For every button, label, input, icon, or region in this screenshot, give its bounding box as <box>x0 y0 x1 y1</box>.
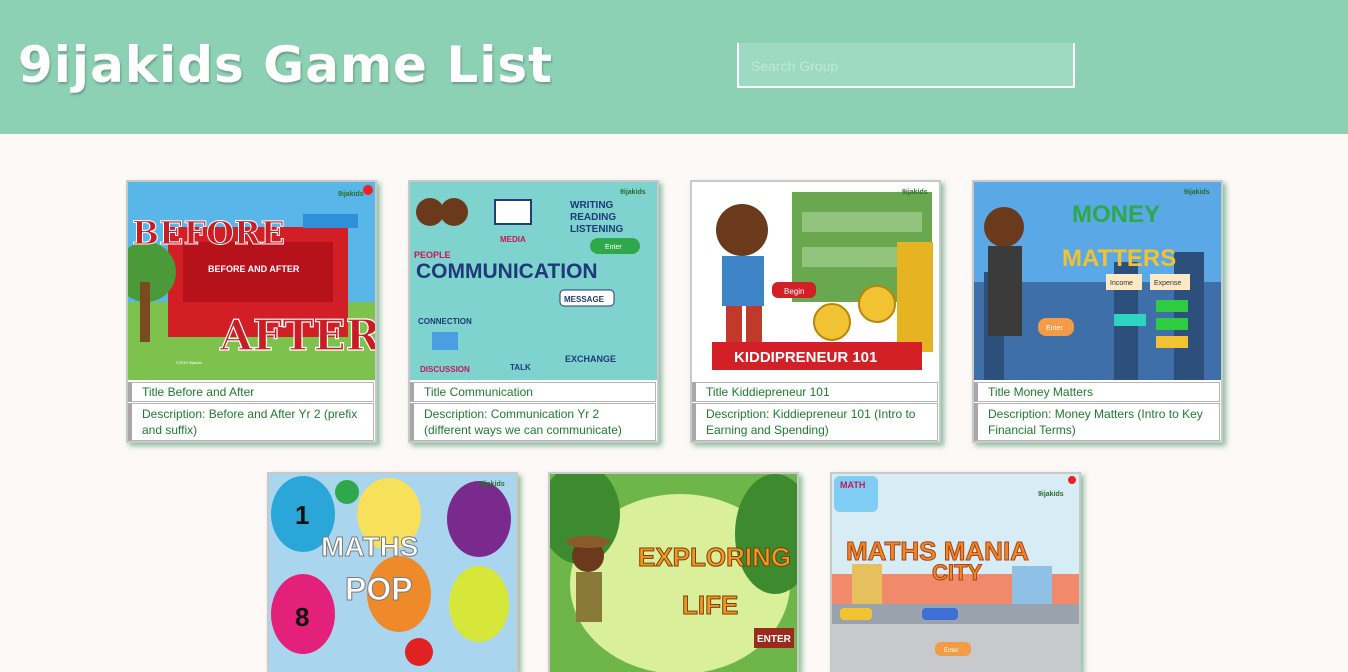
exploring-life-thumbnail[interactable]: EXPLORING LIFE ENTER <box>550 474 797 672</box>
game-description-row: Description: Before and After Yr 2 (pref… <box>128 403 374 441</box>
game-title: Communication <box>449 385 533 399</box>
game-card[interactable]: BEFORE BEFORE AND AFTER AFTER 9ijakids ©… <box>126 180 377 443</box>
game-description-row: Description: Kiddiepreneur 101 (Intro to… <box>692 403 938 441</box>
game-card[interactable]: Begin KIDDIPRENEUR 101 9ijakids Title Ki… <box>690 180 941 443</box>
game-title: Kiddiepreneur 101 <box>731 385 830 399</box>
thumb-text: KIDDIPRENEUR 101 <box>734 349 877 366</box>
close-icon[interactable] <box>1068 476 1076 484</box>
kiddiepreneur-thumbnail[interactable]: Begin KIDDIPRENEUR 101 9ijakids <box>692 182 939 380</box>
thumb-text: 8 <box>295 602 309 632</box>
maths-pop-thumbnail[interactable]: 1 8 MATHS POP 9ijakids <box>269 474 516 672</box>
game-title-row: Title Communication <box>410 382 656 402</box>
thumb-text: MONEY <box>1072 201 1160 228</box>
thumb-text: CITY <box>932 560 982 585</box>
thumb-text: MEDIA <box>500 235 526 244</box>
money-matters-thumbnail[interactable]: MONEY MATTERS Income Expense Enter 9ijak… <box>974 182 1221 380</box>
thumb-text: BEFORE AND AFTER <box>208 264 300 274</box>
thumb-text: TALK <box>510 363 531 372</box>
thumb-text: 1 <box>295 500 309 530</box>
close-icon[interactable] <box>363 185 373 195</box>
header-bar: 9ijakids Game List <box>0 0 1348 134</box>
thumb-text: POP <box>345 571 413 607</box>
thumb-text: LISTENING <box>570 224 624 235</box>
thumb-text: PEOPLE <box>414 250 451 260</box>
thumb-text: Expense <box>1154 280 1181 287</box>
brand-badge: 9ijakids <box>1184 189 1210 196</box>
game-card[interactable]: MATH MATHS MANIA CITY Enter 9ijakids <box>830 472 1081 672</box>
search-box[interactable] <box>737 43 1075 88</box>
thumb-text: DISCUSSION <box>420 365 470 374</box>
game-card[interactable]: WRITING READING LISTENING PEOPLE MEDIA E… <box>408 180 659 443</box>
thumb-text: WRITING <box>570 200 614 211</box>
description-prefix-label: Description: <box>988 407 1052 421</box>
thumb-text: LIFE <box>682 590 738 620</box>
game-title-row: Title Before and After <box>128 382 374 402</box>
thumb-text: READING <box>570 212 616 223</box>
game-card[interactable]: 1 8 MATHS POP 9ijakids <box>267 472 518 672</box>
thumb-text: Begin <box>784 287 804 296</box>
game-card[interactable]: EXPLORING LIFE ENTER <box>548 472 799 672</box>
thumb-text: CONNECTION <box>418 317 472 326</box>
description-prefix-label: Description: <box>706 407 770 421</box>
brand-badge: 9ijakids <box>479 481 505 488</box>
title-prefix-label: Title <box>706 385 729 399</box>
game-title: Before and After <box>167 385 255 399</box>
brand-badge: 9ijakids <box>338 191 364 198</box>
before-after-stage-thumbnail[interactable]: BEFORE BEFORE AND AFTER AFTER 9ijakids ©… <box>128 182 375 380</box>
game-title: Money Matters <box>1013 385 1093 399</box>
page-title: 9ijakids Game List <box>18 36 554 94</box>
thumb-text: AFTER <box>219 311 375 360</box>
thumb-text: Income <box>1110 280 1133 287</box>
thumb-text: MATTERS <box>1062 245 1176 272</box>
brand-badge: 9ijakids <box>620 189 646 196</box>
game-title-row: Title Kiddiepreneur 101 <box>692 382 938 402</box>
title-prefix-label: Title <box>424 385 447 399</box>
svg-text:©2019 9ijakids: ©2019 9ijakids <box>176 360 202 365</box>
search-input[interactable] <box>749 43 1063 88</box>
brand-badge: 9ijakids <box>902 189 928 196</box>
maths-mania-city-thumbnail[interactable]: MATH MATHS MANIA CITY Enter 9ijakids <box>832 474 1079 672</box>
title-prefix-label: Title <box>988 385 1011 399</box>
thumb-text: Enter <box>944 648 958 654</box>
thumb-text: MATH <box>840 480 865 490</box>
description-prefix-label: Description: <box>142 407 206 421</box>
thumb-text: BEFORE <box>132 214 285 252</box>
thumb-text: MESSAGE <box>564 295 605 304</box>
thumb-text: MATHS <box>321 531 418 562</box>
game-description-row: Description: Money Matters (Intro to Key… <box>974 403 1220 441</box>
brand-badge: 9ijakids <box>1038 491 1064 498</box>
description-prefix-label: Description: <box>424 407 488 421</box>
thumb-text: COMMUNICATION <box>416 260 598 283</box>
thumb-text: Enter <box>605 244 622 251</box>
thumb-text: ENTER <box>757 634 792 645</box>
game-description-row: Description: Communication Yr 2 (differe… <box>410 403 656 441</box>
game-card[interactable]: MONEY MATTERS Income Expense Enter 9ijak… <box>972 180 1223 443</box>
communication-thumbnail[interactable]: WRITING READING LISTENING PEOPLE MEDIA E… <box>410 182 657 380</box>
game-title-row: Title Money Matters <box>974 382 1220 402</box>
thumb-text: EXPLORING <box>638 542 791 572</box>
title-prefix-label: Title <box>142 385 165 399</box>
thumb-text: Enter <box>1046 325 1063 332</box>
thumb-text: EXCHANGE <box>565 354 616 364</box>
